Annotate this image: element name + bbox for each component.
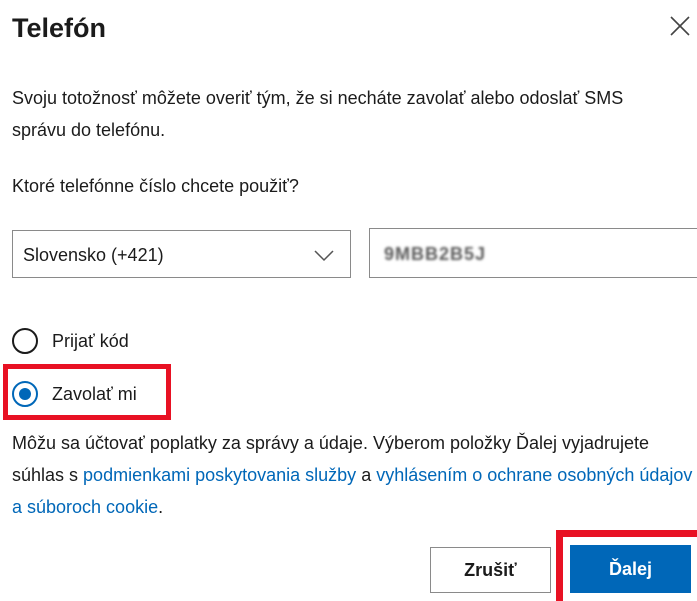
- country-code-value: Slovensko (+421): [23, 245, 164, 265]
- dialog-title: Telefón: [12, 13, 106, 43]
- terms-text-middle: a: [356, 465, 377, 485]
- radio-circle-selected: [12, 381, 38, 407]
- cancel-button[interactable]: Zrušiť: [430, 547, 551, 593]
- dialog-description: Svoju totožnosť môžete overiť tým, že si…: [12, 88, 624, 140]
- phone-number-input[interactable]: 9MBB2B5J: [369, 228, 697, 278]
- radio-call-me-label: Zavolať mi: [52, 384, 137, 404]
- chevron-down-icon: [314, 250, 334, 262]
- terms-text-after: .: [158, 497, 164, 517]
- close-icon: [670, 16, 690, 36]
- next-button[interactable]: Ďalej: [570, 545, 691, 593]
- radio-dot: [19, 388, 31, 400]
- terms-of-service-link[interactable]: podmienkami poskytovania služby: [83, 465, 356, 485]
- radio-receive-code-label: Prijať kód: [52, 331, 129, 351]
- phone-number-value: 9MBB2B5J: [384, 244, 487, 264]
- phone-question: Ktoré telefónne číslo chcete použiť?: [12, 176, 299, 196]
- terms-notice: Môžu sa účtovať poplatky za správy a úda…: [12, 427, 697, 523]
- close-button[interactable]: [668, 14, 692, 38]
- radio-circle: [12, 328, 38, 354]
- radio-receive-code[interactable]: Prijať kód: [12, 325, 162, 357]
- country-code-select[interactable]: Slovensko (+421): [12, 230, 351, 278]
- radio-call-me[interactable]: Zavolať mi: [12, 378, 162, 410]
